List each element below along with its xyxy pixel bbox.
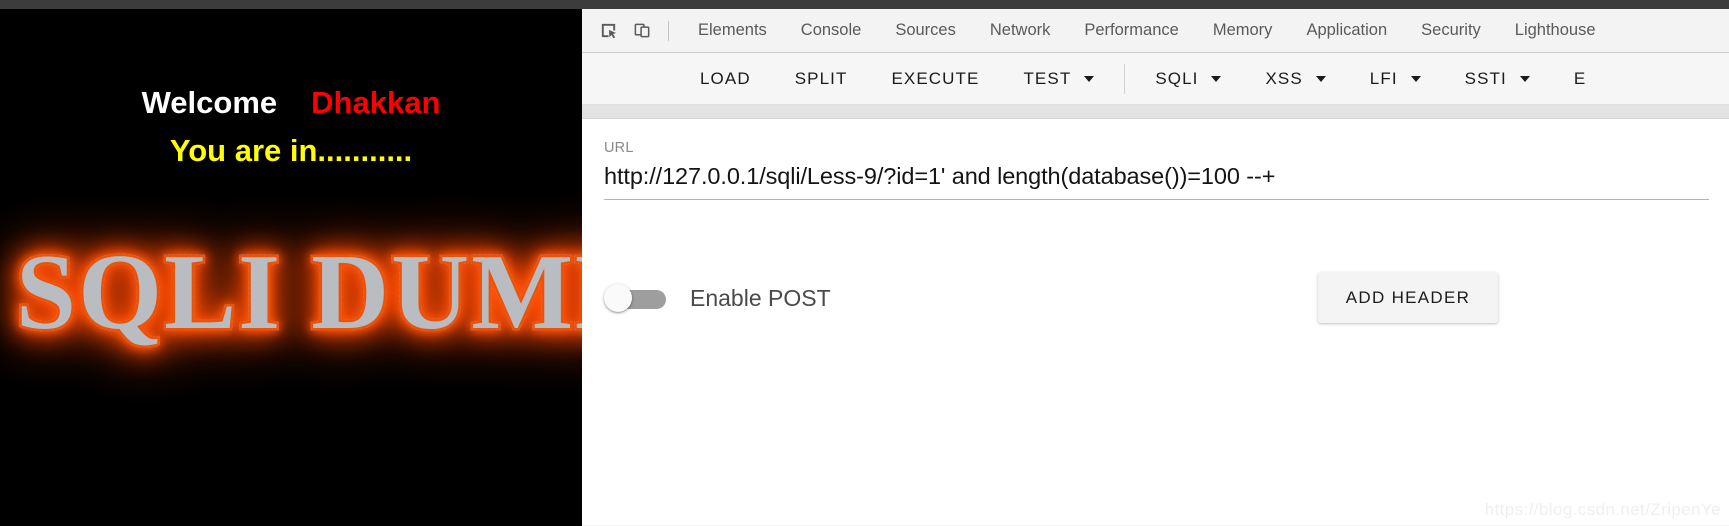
browser-chrome-strip: [0, 0, 1729, 9]
xss-menu-button[interactable]: XSS: [1243, 59, 1347, 99]
toolbar-shadow-band: [582, 105, 1729, 119]
inspect-element-icon[interactable]: [592, 16, 624, 46]
test-menu-label: TEST: [1023, 68, 1072, 88]
app-body: URL http://127.0.0.1/sqli/Less-9/?id=1' …: [582, 119, 1729, 525]
devtools-tab-application[interactable]: Application: [1289, 9, 1404, 52]
devtools-panel: Elements Console Sources Network Perform…: [582, 9, 1729, 526]
xss-menu-label: XSS: [1265, 68, 1303, 88]
lfi-menu-button[interactable]: LFI: [1348, 59, 1443, 99]
toolbar-divider: [668, 20, 669, 41]
devtools-tab-security[interactable]: Security: [1404, 9, 1498, 52]
enable-post-toggle[interactable]: [604, 283, 666, 312]
devtools-tab-performance[interactable]: Performance: [1067, 9, 1195, 52]
devtools-tab-elements[interactable]: Elements: [681, 9, 784, 52]
devtools-tab-lighthouse[interactable]: Lighthouse: [1498, 9, 1613, 52]
overflow-menu-label: E: [1573, 68, 1587, 88]
welcome-username: Dhakkan: [311, 85, 441, 120]
chevron-down-icon: [1084, 75, 1095, 82]
url-input[interactable]: http://127.0.0.1/sqli/Less-9/?id=1' and …: [604, 163, 1709, 190]
toolbar-divider: [1124, 63, 1126, 94]
devtools-tabbar: Elements Console Sources Network Perform…: [582, 9, 1729, 53]
add-header-button-label: ADD HEADER: [1345, 287, 1471, 307]
sqli-menu-label: SQLI: [1155, 68, 1199, 88]
enable-post-row: Enable POST: [604, 283, 831, 312]
overflow-menu-button[interactable]: E: [1552, 59, 1608, 99]
split-button[interactable]: SPLIT: [773, 59, 870, 99]
load-button[interactable]: LOAD: [678, 59, 773, 99]
rendered-page-pane: Welcome Dhakkan You are in........... SQL…: [0, 9, 582, 526]
devtools-tab-memory[interactable]: Memory: [1196, 9, 1290, 52]
lfi-menu-label: LFI: [1369, 68, 1398, 88]
chevron-down-icon: [1410, 75, 1421, 82]
watermark: https://blog.csdn.net/ZripenYe: [1484, 500, 1721, 519]
status-text: You are in...........: [169, 133, 413, 168]
devtools-tab-network[interactable]: Network: [973, 9, 1068, 52]
enable-post-label: Enable POST: [690, 285, 831, 311]
sqli-dumb-logo: SQLI DUMB: [14, 234, 582, 357]
devtools-tab-sources[interactable]: Sources: [878, 9, 973, 52]
ssti-menu-button[interactable]: SSTI: [1443, 59, 1552, 99]
chevron-down-icon: [1211, 75, 1222, 82]
url-field[interactable]: URL http://127.0.0.1/sqli/Less-9/?id=1' …: [604, 140, 1709, 190]
screenshot-root: Welcome Dhakkan You are in........... SQL…: [0, 0, 1729, 526]
device-toolbar-icon[interactable]: [626, 16, 658, 46]
app-action-toolbar: LOAD SPLIT EXECUTE TEST SQLI XSS LFI SST…: [582, 53, 1729, 105]
welcome-text: Welcome: [141, 85, 278, 120]
sqli-dumb-logo-text: SQLI DUMB: [14, 234, 582, 351]
execute-button-label: EXECUTE: [891, 68, 980, 88]
execute-button[interactable]: EXECUTE: [869, 59, 1001, 99]
sqli-menu-button[interactable]: SQLI: [1133, 59, 1243, 99]
ssti-menu-label: SSTI: [1464, 68, 1507, 88]
chevron-down-icon: [1315, 75, 1326, 82]
add-header-button[interactable]: ADD HEADER: [1318, 272, 1498, 323]
url-field-label: URL: [604, 140, 634, 156]
welcome-line: Welcome Dhakkan: [0, 85, 582, 121]
chevron-down-icon: [1519, 75, 1530, 82]
split-button-label: SPLIT: [794, 68, 848, 88]
load-button-label: LOAD: [700, 68, 751, 88]
url-field-underline: [604, 199, 1709, 200]
toggle-knob: [604, 283, 632, 312]
test-menu-button[interactable]: TEST: [1001, 59, 1116, 99]
devtools-tab-console[interactable]: Console: [784, 9, 879, 52]
